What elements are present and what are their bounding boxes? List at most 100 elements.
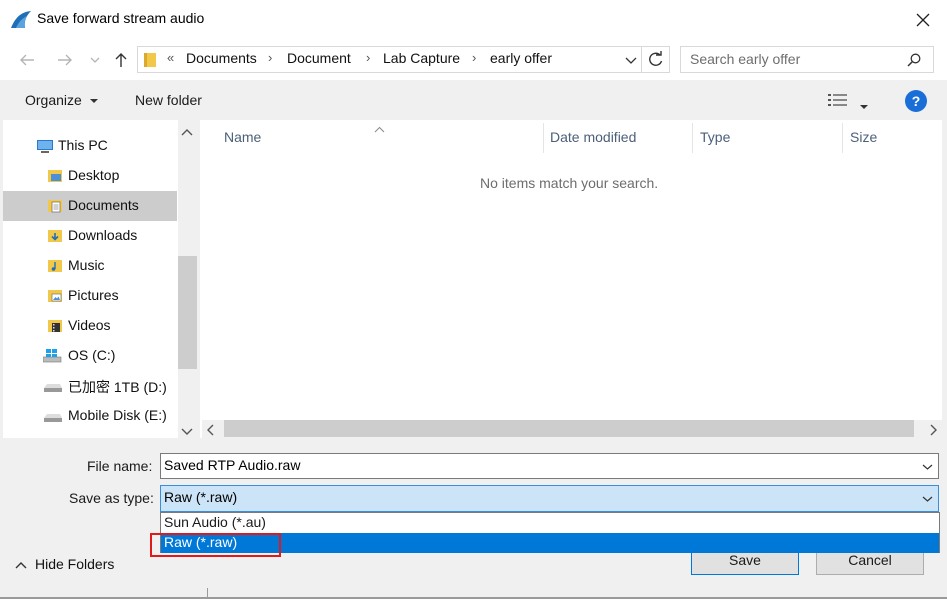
sidebar-item-os-c[interactable]: OS (C:) — [3, 341, 177, 371]
sidebar-item-label: 已加密 1TB (D:) — [68, 379, 167, 395]
search-box[interactable] — [680, 46, 934, 73]
pictures-folder-icon — [47, 288, 63, 304]
file-list-scrollbar-thumb[interactable] — [224, 420, 914, 437]
arrow-right-icon — [58, 54, 72, 66]
column-header-date-modified[interactable]: Date modified — [550, 129, 636, 145]
back-button[interactable] — [14, 45, 40, 75]
sidebar-item-label: Pictures — [68, 287, 119, 303]
recent-locations-button[interactable] — [84, 45, 106, 75]
navigation-scrollbar-thumb[interactable] — [178, 256, 197, 369]
breadcrumb-overflow[interactable]: « — [167, 50, 174, 65]
navigation-pane: This PC Desktop Documents Downloads Musi… — [3, 120, 179, 438]
chevron-down-icon[interactable] — [922, 463, 933, 471]
chevron-up-icon — [181, 129, 193, 136]
empty-message: No items match your search. — [480, 175, 659, 191]
sidebar-item-label: This PC — [58, 137, 108, 153]
chevron-down-icon[interactable] — [922, 495, 933, 503]
help-icon[interactable]: ? — [905, 90, 927, 112]
refresh-icon — [649, 51, 663, 66]
drive-icon — [43, 378, 62, 394]
scroll-up-button[interactable] — [181, 124, 193, 140]
sidebar-item-mobile-disk-e[interactable]: Mobile Disk (E:) — [3, 401, 177, 431]
scroll-down-button[interactable] — [181, 423, 193, 439]
organize-label: Organize — [25, 92, 82, 108]
arrow-left-icon — [20, 54, 34, 66]
save-as-type-label: Save as type: — [69, 490, 154, 506]
document-folder-icon — [47, 198, 63, 214]
music-folder-icon — [47, 258, 63, 274]
new-folder-button[interactable]: New folder — [135, 92, 202, 108]
sidebar-item-videos[interactable]: Videos — [3, 311, 177, 341]
view-dropdown-button[interactable] — [860, 97, 868, 113]
file-name-combobox[interactable] — [160, 453, 939, 479]
up-button[interactable] — [108, 45, 134, 75]
breadcrumb-lab-capture[interactable]: Lab Capture — [383, 50, 460, 66]
close-icon — [916, 13, 930, 27]
column-header-name[interactable]: Name — [224, 129, 261, 145]
sidebar-item-drive-d[interactable]: 已加密 1TB (D:) — [3, 371, 177, 401]
chevron-right-icon[interactable]: › — [366, 50, 370, 65]
file-name-label: File name: — [87, 458, 153, 474]
sidebar-item-downloads[interactable]: Downloads — [3, 221, 177, 251]
refresh-button[interactable] — [647, 51, 664, 71]
chevron-up-icon — [15, 562, 27, 569]
folder-icon — [144, 52, 157, 67]
sidebar-item-desktop[interactable]: Desktop — [3, 161, 177, 191]
chevron-right-icon[interactable]: › — [268, 50, 272, 65]
chevron-right-icon — [930, 424, 937, 436]
organize-button[interactable]: Organize — [25, 92, 98, 108]
sidebar-item-this-pc[interactable]: This PC — [3, 131, 177, 161]
sidebar-item-pictures[interactable]: Pictures — [3, 281, 177, 311]
column-header-size[interactable]: Size — [850, 129, 877, 145]
breadcrumb-documents[interactable]: Documents — [186, 50, 257, 66]
chevron-down-icon — [90, 57, 100, 63]
caret-down-icon — [860, 105, 868, 109]
scroll-right-button[interactable] — [929, 423, 938, 439]
sidebar-item-label: Videos — [68, 317, 111, 333]
sidebar-item-label: Mobile Disk (E:) — [68, 407, 167, 423]
caret-down-icon — [89, 99, 98, 104]
highlight-annotation-box — [150, 533, 281, 557]
window-title: Save forward stream audio — [37, 10, 205, 26]
details-view-icon — [828, 94, 847, 106]
window-bottom-divider — [207, 588, 208, 599]
breadcrumb-early-offer[interactable]: early offer — [490, 50, 552, 66]
folder-icon — [47, 168, 63, 184]
chevron-right-icon[interactable]: › — [472, 50, 476, 65]
breadcrumb-document[interactable]: Document — [287, 50, 351, 66]
hide-folders-button[interactable]: Hide Folders — [15, 556, 114, 572]
sidebar-item-label: Documents — [68, 197, 139, 213]
drive-icon — [43, 408, 62, 424]
sidebar-item-label: OS (C:) — [68, 347, 116, 363]
windows-drive-icon — [42, 348, 62, 364]
sidebar-item-label: Desktop — [68, 167, 120, 183]
forward-button[interactable] — [52, 45, 78, 75]
file-name-input[interactable] — [164, 457, 904, 473]
chevron-left-icon — [207, 424, 214, 436]
sidebar-item-music[interactable]: Music — [3, 251, 177, 281]
column-divider[interactable] — [692, 123, 693, 153]
save-as-type-select[interactable] — [160, 485, 939, 512]
chevron-down-icon — [181, 428, 193, 435]
file-list — [200, 120, 942, 438]
close-button[interactable] — [905, 4, 941, 36]
sidebar-item-label: Music — [68, 257, 105, 273]
search-icon[interactable] — [907, 53, 921, 67]
type-option-sun-audio[interactable]: Sun Audio (*.au) — [161, 513, 939, 533]
save-as-type-value: Raw (*.raw) — [164, 489, 238, 505]
column-header-type[interactable]: Type — [700, 129, 730, 145]
address-divider — [641, 46, 642, 73]
chevron-down-icon — [625, 57, 637, 64]
pc-icon — [36, 138, 53, 154]
search-input[interactable] — [690, 51, 900, 67]
column-divider[interactable] — [842, 123, 843, 153]
scroll-left-button[interactable] — [206, 423, 215, 439]
downloads-folder-icon — [47, 228, 63, 244]
hide-folders-label: Hide Folders — [35, 556, 115, 572]
sidebar-item-documents[interactable]: Documents — [3, 191, 177, 221]
column-divider[interactable] — [543, 123, 544, 153]
app-icon — [10, 10, 31, 30]
view-options-button[interactable] — [828, 93, 848, 110]
address-dropdown-button[interactable] — [624, 53, 638, 69]
sort-ascending-icon — [374, 120, 385, 136]
